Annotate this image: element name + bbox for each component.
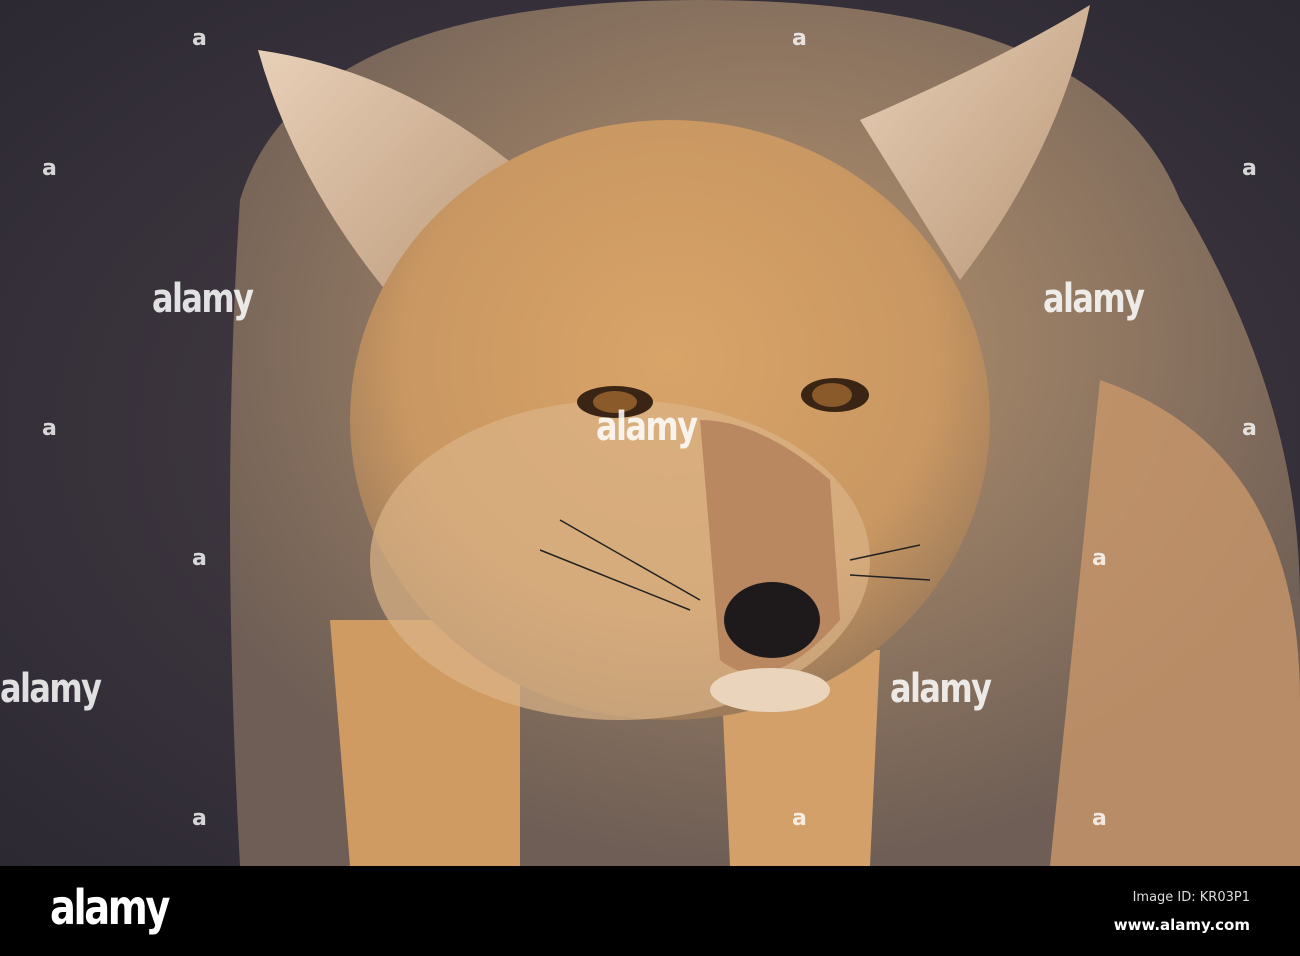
watermark: alamy <box>1043 276 1145 322</box>
watermark: alamy <box>596 404 698 450</box>
watermark-mark: a <box>1242 416 1257 441</box>
watermark-mark: a <box>42 416 57 441</box>
image-id: Image ID: KR03P1 <box>1132 890 1250 905</box>
watermark-mark: a <box>1092 546 1107 571</box>
alamy-logo: alamy <box>50 880 170 936</box>
watermark: alamy <box>0 666 102 712</box>
footer-bar: alamy Image ID: KR03P1 www.alamy.com <box>0 866 1300 956</box>
stock-photo: alamy alamy alamy alamy alamy a a a a a … <box>0 0 1300 956</box>
watermark-mark: a <box>1092 806 1107 831</box>
watermark: alamy <box>890 666 992 712</box>
watermark: alamy <box>152 276 254 322</box>
site-link[interactable]: www.alamy.com <box>1114 916 1250 934</box>
fox-chin <box>710 668 830 712</box>
watermark-mark: a <box>192 26 207 51</box>
watermark-mark: a <box>192 546 207 571</box>
watermark-mark: a <box>792 26 807 51</box>
watermark-mark: a <box>792 806 807 831</box>
watermark-mark: a <box>192 806 207 831</box>
watermark-mark: a <box>42 156 57 181</box>
fox-nose <box>724 582 820 658</box>
watermark-mark: a <box>1242 156 1257 181</box>
